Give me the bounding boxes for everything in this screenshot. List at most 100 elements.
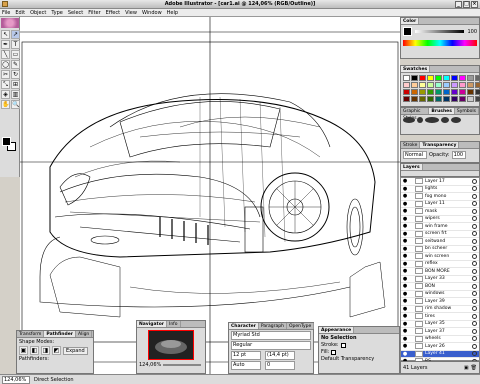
color-fill-swatch[interactable] — [403, 27, 412, 36]
swatch-7[interactable] — [459, 75, 466, 81]
swatch-9[interactable] — [475, 75, 480, 81]
status-mode-label[interactable]: Direct Selection — [34, 377, 154, 383]
target-icon[interactable] — [472, 186, 477, 192]
eye-icon[interactable]: ● — [401, 261, 409, 267]
tab-graphic-styles[interactable]: Graphic Styles — [401, 108, 430, 121]
artboard-canvas[interactable] — [20, 17, 400, 374]
layer-row[interactable]: ● screen frt — [401, 230, 479, 238]
layer-row[interactable]: ● Layer 17 — [401, 178, 479, 186]
brush-1-icon[interactable] — [403, 117, 415, 123]
tracking-field[interactable]: 0 — [265, 361, 295, 370]
target-icon[interactable] — [472, 276, 477, 282]
hand-tool-icon[interactable]: ✋ — [1, 100, 10, 109]
layer-name[interactable]: tires — [425, 314, 435, 319]
target-icon[interactable] — [472, 306, 477, 312]
layer-row[interactable]: ● win frame — [401, 223, 479, 231]
color-value[interactable]: 100 — [467, 29, 477, 35]
target-icon[interactable] — [472, 201, 477, 207]
layer-name[interactable]: Layer 17 — [425, 179, 445, 184]
brush-5-icon[interactable] — [451, 117, 461, 123]
tab-transform[interactable]: Transform — [17, 331, 45, 337]
target-icon[interactable] — [472, 343, 477, 349]
eye-icon[interactable]: ● — [401, 238, 409, 244]
color-spectrum-bar[interactable] — [403, 40, 477, 46]
target-icon[interactable] — [472, 321, 477, 327]
layer-name[interactable]: lights — [425, 186, 437, 191]
layer-row[interactable]: ● tires — [401, 313, 479, 321]
swatch-33[interactable] — [427, 96, 434, 102]
layer-row[interactable]: ● wipers — [401, 215, 479, 223]
trash-icon[interactable]: 🗑 — [471, 365, 477, 371]
target-icon[interactable] — [472, 313, 477, 319]
layer-row[interactable]: ● BON — [401, 283, 479, 291]
zoom-tool-icon[interactable]: 🔍 — [11, 100, 20, 109]
swatch-25[interactable] — [443, 89, 450, 95]
menu-effect[interactable]: Effect — [106, 9, 120, 17]
navigator-thumbnail[interactable] — [148, 330, 194, 360]
swatch-4[interactable] — [435, 75, 442, 81]
swatch-18[interactable] — [467, 82, 474, 88]
font-size-field[interactable]: 12 pt — [231, 351, 261, 360]
target-icon[interactable] — [472, 216, 477, 222]
swatch-28[interactable] — [467, 89, 474, 95]
layer-name[interactable]: reflex — [425, 261, 438, 266]
swatch-32[interactable] — [419, 96, 426, 102]
layer-row[interactable]: ● rim shadow — [401, 305, 479, 313]
eye-icon[interactable]: ● — [401, 328, 409, 334]
swatch-27[interactable] — [459, 89, 466, 95]
swatch-15[interactable] — [443, 82, 450, 88]
target-icon[interactable] — [472, 283, 477, 289]
tab-symbols[interactable]: Symbols — [455, 108, 479, 114]
layer-row[interactable]: ● BON MORE — [401, 268, 479, 276]
menu-view[interactable]: View — [125, 9, 137, 17]
swatch-35[interactable] — [443, 96, 450, 102]
graph-tool-icon[interactable]: ▥ — [11, 90, 20, 99]
layer-name[interactable]: bn scheer — [425, 246, 447, 251]
layer-name[interactable]: rim shadow — [425, 306, 451, 311]
swatch-11[interactable] — [411, 82, 418, 88]
pen-tool-icon[interactable]: ✒ — [1, 40, 10, 49]
layer-name[interactable]: mask — [425, 209, 437, 214]
target-icon[interactable] — [472, 246, 477, 252]
eye-icon[interactable]: ● — [401, 208, 409, 214]
swatch-31[interactable] — [411, 96, 418, 102]
layer-row[interactable]: ● Layer 11 — [401, 200, 479, 208]
navigator-zoom-value[interactable]: 124,06% — [139, 362, 161, 368]
swatch-3[interactable] — [427, 75, 434, 81]
target-icon[interactable] — [472, 231, 477, 237]
swatch-8[interactable] — [467, 75, 474, 81]
eye-icon[interactable]: ● — [401, 283, 409, 289]
menu-select[interactable]: Select — [68, 9, 83, 17]
layer-row[interactable]: ● win screen — [401, 253, 479, 261]
eye-icon[interactable]: ● — [401, 336, 409, 342]
eye-icon[interactable]: ● — [401, 313, 409, 319]
layer-name[interactable]: screen frt — [425, 231, 447, 236]
layer-name[interactable]: Layer 11 — [425, 201, 445, 206]
tab-pathfinder[interactable]: Pathfinder — [44, 331, 76, 337]
swatch-14[interactable] — [435, 82, 442, 88]
layer-name[interactable]: seitwand — [425, 239, 445, 244]
tab-info[interactable]: Info — [167, 321, 181, 327]
layer-name[interactable]: Layer 33 — [425, 276, 445, 281]
layer-name[interactable]: windows — [425, 291, 444, 296]
brush-3-icon[interactable] — [425, 117, 439, 123]
eye-icon[interactable]: ● — [401, 321, 409, 327]
layer-row[interactable]: ● Layer 37 — [401, 328, 479, 336]
layer-row[interactable]: ● lights — [401, 185, 479, 193]
swatch-13[interactable] — [427, 82, 434, 88]
eye-icon[interactable]: ● — [401, 298, 409, 304]
tab-stroke[interactable]: Stroke — [401, 142, 421, 148]
layer-row[interactable]: ● Layer 33 — [401, 275, 479, 283]
pencil-tool-icon[interactable]: ✎ — [11, 60, 20, 69]
layer-row[interactable]: ● windows — [401, 290, 479, 298]
tab-character[interactable]: Character — [229, 323, 259, 329]
tab-swatches[interactable]: Swatches — [401, 66, 431, 72]
layer-row[interactable]: ● fog mono — [401, 193, 479, 201]
swatch-6[interactable] — [451, 75, 458, 81]
exclude-icon[interactable]: ◩ — [52, 346, 61, 355]
tab-brushes[interactable]: Brushes — [429, 108, 455, 114]
swatch-5[interactable] — [443, 75, 450, 81]
tab-align[interactable]: Align — [76, 331, 93, 337]
eye-icon[interactable]: ● — [401, 201, 409, 207]
fill-swatch[interactable] — [331, 350, 337, 355]
